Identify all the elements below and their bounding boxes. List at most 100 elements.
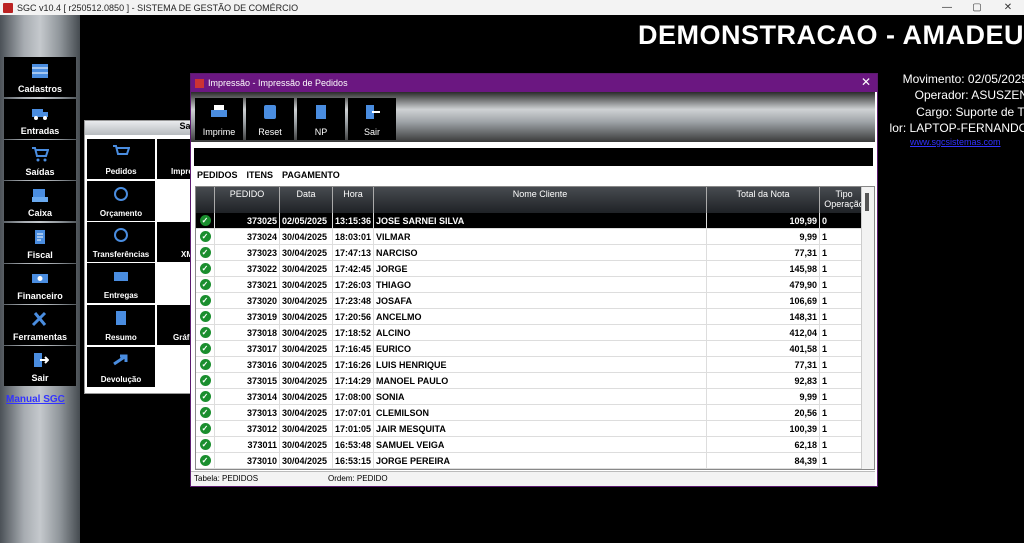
sair-label: Sair — [363, 127, 380, 137]
table-row[interactable]: ✓ 373019 30/04/2025 17:20:56 ANCELMO 148,31 1 — [196, 308, 870, 325]
graficos-label: Gráf — [173, 333, 190, 342]
table-cell: 16:53:15 — [332, 452, 375, 469]
cart-icon — [113, 145, 130, 155]
close-button[interactable]: ✕ — [993, 0, 1023, 15]
tab-itens[interactable]: ITENS — [247, 170, 274, 180]
np-label: NP — [314, 127, 328, 137]
minimize-button[interactable]: — — [932, 0, 962, 15]
table-row[interactable]: ✓ 373023 30/04/2025 17:47:13 NARCISO 77,31 1 — [196, 244, 870, 261]
status-cell: ✓ — [196, 324, 215, 341]
table-cell: 77,31 — [706, 244, 821, 261]
sidebar-item-financeiro[interactable]: Financeiro — [4, 264, 76, 304]
tab-pagamento[interactable]: PAGAMENTO — [282, 170, 340, 180]
sidebar-item-caixa[interactable]: Caixa — [4, 181, 76, 221]
sair-button[interactable]: Sair — [348, 98, 396, 140]
sidebar-item-sair[interactable]: Sair — [4, 346, 76, 386]
printer-icon — [211, 105, 227, 117]
table-cell: 30/04/2025 — [279, 436, 333, 453]
check-icon: ✓ — [199, 359, 211, 370]
status-cell: ✓ — [196, 452, 215, 469]
check-icon: ✓ — [199, 423, 211, 434]
sidebar-item-entradas[interactable]: Entradas — [4, 99, 76, 139]
table-row[interactable]: ✓ 373017 30/04/2025 17:16:45 EURICO 401,58 1 — [196, 340, 870, 357]
pedidos-button[interactable]: Pedidos — [87, 139, 155, 179]
table-row[interactable]: ✓ 373012 30/04/2025 17:01:05 JAIR MESQUITA 10… — [196, 420, 870, 437]
status-cell: ✓ — [196, 372, 215, 389]
dialog-close-button[interactable]: ✕ — [861, 75, 871, 89]
refresh-icon — [114, 228, 128, 242]
table-row[interactable]: ✓ 373024 30/04/2025 18:03:01 VILMAR 9,99 1 — [196, 228, 870, 245]
status-cell: ✓ — [196, 244, 215, 261]
col-pedido[interactable]: PEDIDO — [214, 187, 280, 213]
devolucao-button[interactable]: Devolução — [87, 347, 155, 387]
table-cell: 30/04/2025 — [279, 292, 333, 309]
table-cell: JAIR MESQUITA — [373, 420, 708, 437]
np-button[interactable]: NP — [297, 98, 345, 140]
orders-grid[interactable]: PEDIDO Data Hora Nome Cliente Total da N… — [195, 186, 875, 470]
entregas-button[interactable]: Entregas — [87, 263, 155, 303]
status-cell: ✓ — [196, 292, 215, 309]
reset-button[interactable]: Reset — [246, 98, 294, 140]
check-icon: ✓ — [199, 407, 211, 418]
devolucao-label: Devolução — [100, 375, 142, 384]
col-nome[interactable]: Nome Cliente — [373, 187, 708, 213]
table-cell: CLEMILSON — [373, 404, 708, 421]
orcamento-button[interactable]: Orçamento — [87, 181, 155, 221]
sidebar-item-saidas[interactable]: Saídas — [4, 140, 76, 180]
table-row[interactable]: ✓ 373020 30/04/2025 17:23:48 JOSAFA 106,69 1 — [196, 292, 870, 309]
orcamento-label: Orçamento — [99, 209, 143, 218]
np-icon — [316, 105, 326, 119]
scroll-thumb[interactable] — [865, 193, 869, 211]
tab-pedidos[interactable]: PEDIDOS — [197, 170, 238, 180]
dialog-icon — [195, 78, 204, 88]
vertical-scrollbar[interactable] — [861, 187, 874, 469]
orders-table: PEDIDO Data Hora Nome Cliente Total da N… — [196, 187, 870, 469]
status-cell: ✓ — [196, 308, 215, 325]
status-cell: ✓ — [196, 356, 215, 373]
table-cell: 373015 — [214, 372, 280, 389]
table-cell: 373016 — [214, 356, 280, 373]
table-row[interactable]: ✓ 373015 30/04/2025 17:14:29 MANOEL PAULO 92,… — [196, 372, 870, 389]
table-cell: 9,99 — [706, 228, 821, 245]
col-total[interactable]: Total da Nota — [706, 187, 821, 213]
site-link[interactable]: www.sgcsistemas.com — [910, 137, 1001, 147]
col-data[interactable]: Data — [279, 187, 333, 213]
table-row[interactable]: ✓ 373011 30/04/2025 16:53:48 SAMUEL VEIGA 62,… — [196, 436, 870, 453]
table-cell: 100,39 — [706, 420, 821, 437]
check-icon: ✓ — [199, 215, 211, 226]
table-row[interactable]: ✓ 373025 02/05/2025 13:15:36 JOSE SARNEI SIL… — [196, 213, 870, 229]
report-icon — [116, 311, 126, 325]
table-row[interactable]: ✓ 373014 30/04/2025 17:08:00 SONIA 9,99 1 — [196, 388, 870, 405]
table-cell: 373011 — [214, 436, 280, 453]
reset-label: Reset — [258, 127, 282, 137]
table-cell: 373020 — [214, 292, 280, 309]
status-cell: ✓ — [196, 436, 215, 453]
col-status — [196, 187, 215, 213]
resumo-button[interactable]: Resumo — [87, 305, 155, 345]
table-row[interactable]: ✓ 373013 30/04/2025 17:07:01 CLEMILSON 20,56 1 — [196, 404, 870, 421]
manual-link[interactable]: Manual SGC — [6, 394, 65, 405]
col-hora[interactable]: Hora — [332, 187, 375, 213]
print-dialog: Impressão - Impressão de Pedidos ✕ Impri… — [190, 73, 878, 487]
sidebar-item-ferramentas[interactable]: Ferramentas — [4, 305, 76, 345]
table-cell: 479,90 — [706, 276, 821, 293]
transferencias-button[interactable]: Transferências — [87, 222, 155, 262]
table-row[interactable]: ✓ 373010 30/04/2025 16:53:15 JORGE PEREIRA 84… — [196, 452, 870, 469]
sidebar-item-fiscal[interactable]: Fiscal — [4, 223, 76, 263]
status-order: Ordem: PEDIDO — [328, 474, 388, 483]
company-name: DEMONSTRACAO - AMADEU — [638, 20, 1024, 50]
status-cell: ✓ — [196, 404, 215, 421]
table-cell: 30/04/2025 — [279, 324, 333, 341]
sidebar-item-cadastros[interactable]: Cadastros — [4, 57, 76, 97]
status-cell: ✓ — [196, 420, 215, 437]
table-row[interactable]: ✓ 373022 30/04/2025 17:42:45 JORGE 145,98 1 — [196, 260, 870, 277]
table-row[interactable]: ✓ 373021 30/04/2025 17:26:03 THIAGO 479,90 1 — [196, 276, 870, 293]
maximize-button[interactable]: ▢ — [962, 0, 992, 15]
table-cell: 373010 — [214, 452, 280, 469]
dialog-title: Impressão - Impressão de Pedidos — [208, 78, 348, 88]
table-row[interactable]: ✓ 373018 30/04/2025 17:18:52 ALCINO 412,04 1 — [196, 324, 870, 341]
app-titlebar: SGC v10.4 [ r250512.0850 ] - SISTEMA DE … — [0, 0, 1024, 15]
sidebar-item-label: Fiscal — [27, 250, 53, 260]
table-row[interactable]: ✓ 373016 30/04/2025 17:16:26 LUIS HENRIQUE 77… — [196, 356, 870, 373]
imprime-button[interactable]: Imprime — [195, 98, 243, 140]
